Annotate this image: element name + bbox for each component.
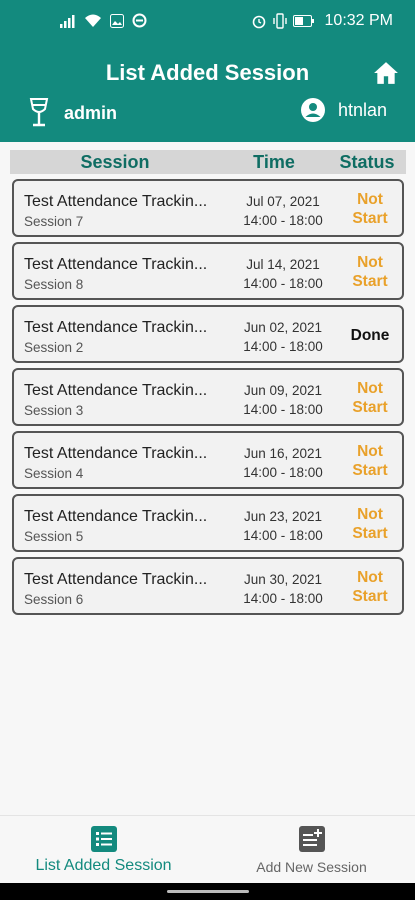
account-circle-icon (300, 98, 325, 122)
session-number: Session 7 (24, 214, 84, 229)
session-date: Jun 09, 2021 (243, 383, 323, 398)
session-hours: 14:00 - 18:00 (243, 276, 323, 291)
session-title: Test Attendance Trackin... (24, 508, 208, 525)
user-account[interactable]: htnlan (300, 97, 387, 123)
column-session: Session (80, 151, 150, 172)
session-hours: 14:00 - 18:00 (243, 528, 323, 543)
session-date: Jul 07, 2021 (246, 194, 320, 209)
session-title: Test Attendance Trackin... (24, 193, 208, 210)
session-card[interactable]: Test Attendance Trackin... Session 8 Jul… (12, 242, 404, 300)
table-header: Session Time Status (10, 150, 406, 174)
session-date: Jun 30, 2021 (243, 572, 323, 587)
session-hours: 14:00 - 18:00 (243, 339, 323, 354)
column-status: Status (339, 151, 395, 172)
session-number: Session 2 (24, 340, 84, 355)
wine-glass-icon (29, 98, 49, 127)
page-title: List Added Session (105, 60, 310, 85)
session-list: Test Attendance Trackin... Session 7 Jul… (12, 179, 404, 620)
home-icon[interactable] (373, 60, 399, 86)
image-notification-icon (110, 13, 124, 28)
vibrate-icon (272, 13, 287, 29)
app-header: 10:32 PM List Added Session admin htnlan (0, 0, 415, 142)
session-title: Test Attendance Trackin... (24, 445, 208, 462)
home-gesture-pill[interactable] (167, 890, 249, 893)
admin-badge: admin (28, 97, 117, 129)
column-time: Time (253, 151, 295, 172)
session-title: Test Attendance Trackin... (24, 256, 208, 273)
clock-time: 10:32 PM (324, 12, 393, 29)
add-note-icon (298, 826, 325, 852)
nav-label: List Added Session (35, 857, 172, 874)
username-label: htnlan (337, 99, 387, 120)
session-status: Not Start (352, 506, 388, 542)
session-number: Session 8 (24, 277, 84, 292)
session-card[interactable]: Test Attendance Trackin... Session 4 Jun… (12, 431, 404, 489)
session-status: Not Start (352, 380, 388, 416)
session-date: Jul 14, 2021 (246, 257, 320, 272)
list-icon (90, 826, 117, 852)
session-date: Jun 16, 2021 (243, 446, 323, 461)
session-title: Test Attendance Trackin... (24, 382, 208, 399)
session-date: Jun 02, 2021 (243, 320, 323, 335)
session-status: Not Start (352, 569, 388, 605)
status-bar: 10:32 PM (0, 0, 415, 44)
battery-icon (292, 15, 314, 27)
session-number: Session 4 (24, 466, 84, 481)
session-date: Jun 23, 2021 (243, 509, 323, 524)
session-hours: 14:00 - 18:00 (243, 213, 323, 228)
sync-icon (132, 13, 147, 28)
session-title: Test Attendance Trackin... (24, 319, 208, 336)
wifi-icon (85, 14, 101, 27)
session-hours: 14:00 - 18:00 (243, 591, 323, 606)
nav-add-new-session[interactable]: Add New Session (208, 816, 415, 884)
session-card[interactable]: Test Attendance Trackin... Session 2 Jun… (12, 305, 404, 363)
session-hours: 14:00 - 18:00 (243, 402, 323, 417)
session-status: Not Start (352, 191, 388, 227)
session-number: Session 6 (24, 592, 84, 607)
session-status: Not Start (352, 443, 388, 479)
session-card[interactable]: Test Attendance Trackin... Session 6 Jun… (12, 557, 404, 615)
signal-icon (60, 14, 75, 28)
session-card[interactable]: Test Attendance Trackin... Session 3 Jun… (12, 368, 404, 426)
session-card[interactable]: Test Attendance Trackin... Session 5 Jun… (12, 494, 404, 552)
alarm-icon (252, 15, 265, 29)
admin-label: admin (64, 102, 118, 123)
session-number: Session 5 (24, 529, 84, 544)
bottom-navigation: List Added Session Add New Session (0, 815, 415, 883)
session-status: Not Start (352, 254, 388, 290)
nav-label: Add New Session (256, 859, 367, 875)
nav-list-added-session[interactable]: List Added Session (0, 816, 207, 884)
session-card[interactable]: Test Attendance Trackin... Session 7 Jul… (12, 179, 404, 237)
session-hours: 14:00 - 18:00 (243, 465, 323, 480)
session-number: Session 3 (24, 403, 84, 418)
session-title: Test Attendance Trackin... (24, 571, 208, 588)
system-navigation-bar (0, 883, 415, 900)
session-status: Done (350, 326, 390, 344)
